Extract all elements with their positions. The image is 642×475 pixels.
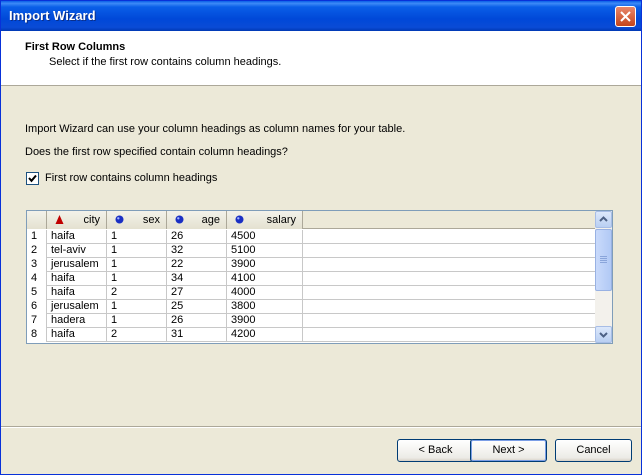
- grip-line: [600, 262, 607, 263]
- scroll-up-button[interactable]: [595, 211, 612, 228]
- back-button[interactable]: < Back: [397, 439, 474, 462]
- row-number: 2: [27, 244, 47, 258]
- row-number: 5: [27, 286, 47, 300]
- cell-age: 34: [167, 272, 227, 286]
- row-number: 4: [27, 272, 47, 286]
- column-header-label: city: [83, 214, 101, 226]
- column-header-salary[interactable]: salary: [227, 211, 303, 229]
- table-row[interactable]: 3 jerusalem 1 22 3900: [27, 258, 596, 272]
- cell-age: 25: [167, 300, 227, 314]
- grip-line: [600, 256, 607, 257]
- cell-age: 27: [167, 286, 227, 300]
- row-number-header: [27, 211, 47, 229]
- cell-city: tel-aviv: [47, 244, 107, 258]
- cell-age: 26: [167, 230, 227, 244]
- cell-salary: 4000: [227, 286, 303, 300]
- cell-sex: 1: [107, 272, 167, 286]
- cell-salary: 4100: [227, 272, 303, 286]
- table-row[interactable]: 2 tel-aviv 1 32 5100: [27, 244, 596, 258]
- numeric-type-icon: [175, 215, 184, 224]
- grip-line: [600, 260, 607, 261]
- numeric-type-icon: [235, 215, 244, 224]
- cell-sex: 1: [107, 258, 167, 272]
- cell-city: hadera: [47, 314, 107, 328]
- close-icon: [620, 11, 631, 22]
- column-header-label: age: [201, 214, 220, 226]
- column-header-age[interactable]: age: [167, 211, 227, 229]
- next-button[interactable]: Next >: [470, 439, 547, 462]
- cell-salary: 3900: [227, 314, 303, 328]
- cell-salary: 4500: [227, 230, 303, 244]
- table-row[interactable]: 4 haifa 1 34 4100: [27, 272, 596, 286]
- table-row[interactable]: 8 haifa 2 31 4200: [27, 328, 596, 342]
- cell-age: 22: [167, 258, 227, 272]
- grid-header: city sex age salary: [27, 211, 596, 229]
- wizard-header: First Row Columns Select if the first ro…: [1, 31, 641, 86]
- row-number: 1: [27, 230, 47, 244]
- cell-salary: 3800: [227, 300, 303, 314]
- import-wizard-window: Import Wizard First Row Columns Select i…: [0, 0, 642, 475]
- cell-age: 26: [167, 314, 227, 328]
- numeric-type-icon: [115, 215, 124, 224]
- table-row[interactable]: 1 haifa 1 26 4500: [27, 230, 596, 244]
- grid-vertical-scrollbar[interactable]: [595, 211, 612, 343]
- column-header-sex[interactable]: sex: [107, 211, 167, 229]
- checkmark-icon: [28, 174, 37, 183]
- cell-age: 32: [167, 244, 227, 258]
- cell-city: haifa: [47, 328, 107, 342]
- data-preview-grid: city sex age salary 1 haifa 1 26 4500 2 …: [26, 210, 613, 344]
- cell-city: haifa: [47, 272, 107, 286]
- intro-text: Import Wizard can use your column headin…: [25, 123, 406, 135]
- cell-city: haifa: [47, 286, 107, 300]
- cell-sex: 1: [107, 244, 167, 258]
- column-header-city[interactable]: city: [47, 211, 107, 229]
- step-subtitle: Select if the first row contains column …: [49, 56, 282, 68]
- title-bar[interactable]: Import Wizard: [1, 1, 641, 31]
- chevron-down-icon: [599, 332, 608, 338]
- cell-salary: 5100: [227, 244, 303, 258]
- cell-sex: 2: [107, 328, 167, 342]
- cell-salary: 4200: [227, 328, 303, 342]
- footer-separator: [1, 426, 641, 428]
- cell-age: 31: [167, 328, 227, 342]
- cell-city: jerusalem: [47, 258, 107, 272]
- row-number: 6: [27, 300, 47, 314]
- column-header-label: sex: [142, 214, 160, 226]
- close-button[interactable]: [615, 6, 636, 27]
- chevron-up-icon: [599, 216, 608, 222]
- window-title: Import Wizard: [9, 8, 96, 23]
- cell-salary: 3900: [227, 258, 303, 272]
- row-number: 7: [27, 314, 47, 328]
- cell-sex: 1: [107, 314, 167, 328]
- scroll-thumb[interactable]: [595, 229, 612, 291]
- first-row-headings-label[interactable]: First row contains column headings: [45, 172, 217, 184]
- table-row[interactable]: 6 jerusalem 1 25 3800: [27, 300, 596, 314]
- cell-city: jerusalem: [47, 300, 107, 314]
- cell-sex: 1: [107, 300, 167, 314]
- first-row-headings-checkbox[interactable]: [26, 172, 39, 185]
- scroll-down-button[interactable]: [595, 326, 612, 343]
- table-row[interactable]: 7 hadera 1 26 3900: [27, 314, 596, 328]
- table-row[interactable]: 5 haifa 2 27 4000: [27, 286, 596, 300]
- row-number: 8: [27, 328, 47, 342]
- cell-city: haifa: [47, 230, 107, 244]
- question-text: Does the first row specified contain col…: [25, 146, 288, 158]
- column-header-label: salary: [266, 214, 296, 226]
- cell-sex: 2: [107, 286, 167, 300]
- cell-sex: 1: [107, 230, 167, 244]
- cancel-button[interactable]: Cancel: [555, 439, 632, 462]
- step-title: First Row Columns: [25, 41, 126, 53]
- text-type-icon: [55, 215, 64, 224]
- row-number: 3: [27, 258, 47, 272]
- grip-line: [600, 258, 607, 259]
